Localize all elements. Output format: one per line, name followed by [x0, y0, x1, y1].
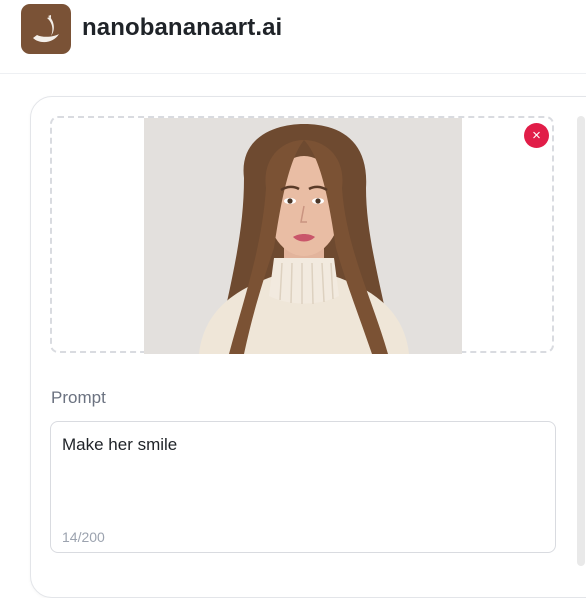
brand-name[interactable]: nanobananaart.ai: [82, 12, 282, 44]
uploaded-image-preview: [144, 118, 462, 354]
prompt-text[interactable]: Make her smile: [62, 434, 543, 456]
logo[interactable]: [21, 4, 71, 54]
prompt-input[interactable]: Make her smile 14/200: [50, 421, 556, 553]
prompt-label: Prompt: [51, 388, 106, 407]
portrait-image: [144, 118, 462, 354]
remove-image-button[interactable]: ×: [524, 123, 549, 148]
site-header: nanobananaart.ai: [0, 0, 586, 74]
character-counter: 14/200: [62, 529, 105, 545]
banana-icon: [33, 15, 59, 43]
scrollbar[interactable]: [577, 116, 585, 566]
